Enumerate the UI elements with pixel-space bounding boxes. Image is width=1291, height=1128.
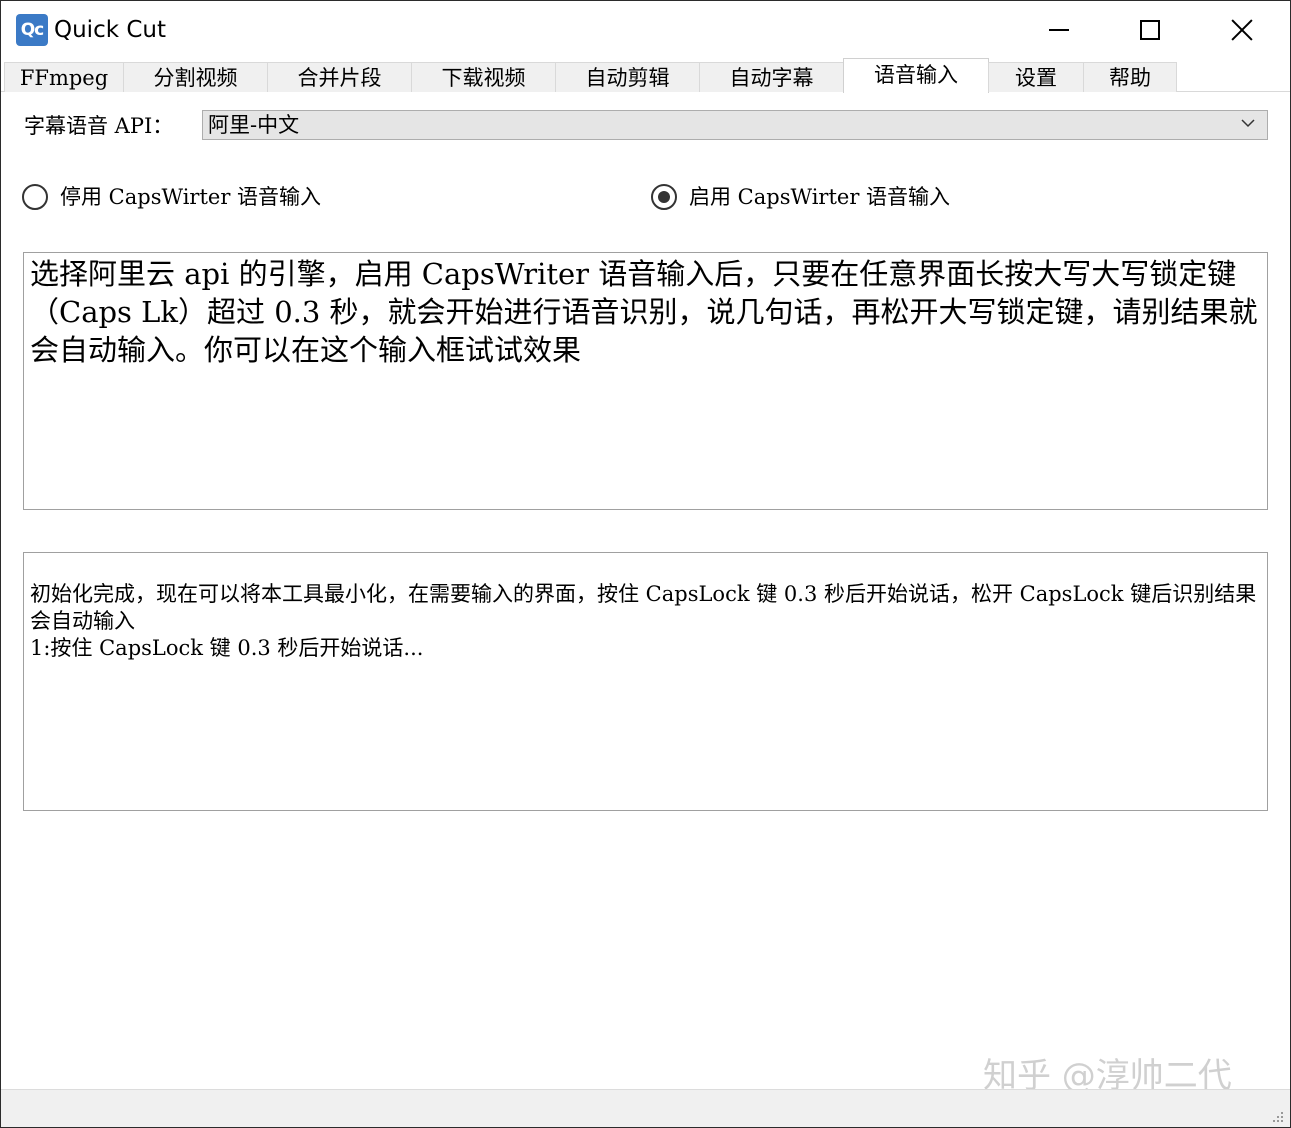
tab-ffmpeg[interactable]: FFmpeg: [4, 62, 124, 92]
log-line: 初始化完成，现在可以将本工具最小化，在需要输入的界面，按住 CapsLock 键…: [30, 582, 1257, 633]
radio-enable-capswriter[interactable]: 启用 CapsWirter 语音输入: [651, 182, 950, 212]
voice-test-textarea[interactable]: 选择阿里云 api 的引擎，启用 CapsWriter 语音输入后，只要在任意界…: [23, 252, 1268, 510]
chevron-down-icon: [1241, 119, 1255, 128]
app-logo-icon: Qc: [16, 14, 48, 46]
radio-enable-label: 启用 CapsWirter 语音输入: [689, 185, 951, 209]
status-bar: [1, 1089, 1290, 1127]
close-button[interactable]: [1197, 1, 1287, 59]
tab-split-video[interactable]: 分割视频: [123, 62, 268, 92]
close-icon: [1231, 19, 1253, 41]
tab-download-video[interactable]: 下载视频: [411, 62, 556, 92]
maximize-icon: [1140, 20, 1160, 40]
radio-disable-capswriter[interactable]: 停用 CapsWirter 语音输入: [22, 182, 321, 212]
maximize-button[interactable]: [1105, 1, 1195, 59]
api-select-value: 阿里-中文: [208, 113, 300, 137]
minimize-button[interactable]: [1014, 1, 1104, 59]
tab-merge-clips[interactable]: 合并片段: [267, 62, 412, 92]
window-title: Quick Cut: [54, 17, 167, 43]
log-line: 1:按住 CapsLock 键 0.3 秒后开始说话...: [30, 636, 424, 660]
minimize-icon: [1049, 29, 1069, 31]
tab-auto-subtitle[interactable]: 自动字幕: [699, 62, 844, 92]
tab-bar: FFmpeg 分割视频 合并片段 下载视频 自动剪辑 自动字幕 语音输入 设置 …: [1, 58, 1290, 93]
resize-grip-icon[interactable]: [1272, 1111, 1284, 1123]
tab-help[interactable]: 帮助: [1083, 62, 1177, 92]
tab-settings[interactable]: 设置: [988, 62, 1084, 92]
main-window: Qc Quick Cut FFmpeg 分割视频 合并片段 下载视频 自动剪辑 …: [0, 0, 1291, 1128]
log-output[interactable]: 初始化完成，现在可以将本工具最小化，在需要输入的界面，按住 CapsLock 键…: [23, 552, 1268, 811]
voice-test-text: 选择阿里云 api 的引擎，启用 CapsWriter 语音输入后，只要在任意界…: [30, 257, 1258, 367]
api-label: 字幕语音 API：: [24, 114, 174, 138]
radio-button-on[interactable]: [651, 184, 677, 210]
tab-auto-edit[interactable]: 自动剪辑: [555, 62, 700, 92]
api-select[interactable]: 阿里-中文: [202, 110, 1268, 140]
tab-voice-input[interactable]: 语音输入: [843, 58, 989, 93]
radio-disable-label: 停用 CapsWirter 语音输入: [60, 185, 322, 209]
radio-button-off[interactable]: [22, 184, 48, 210]
title-bar: Qc Quick Cut: [1, 1, 1290, 59]
